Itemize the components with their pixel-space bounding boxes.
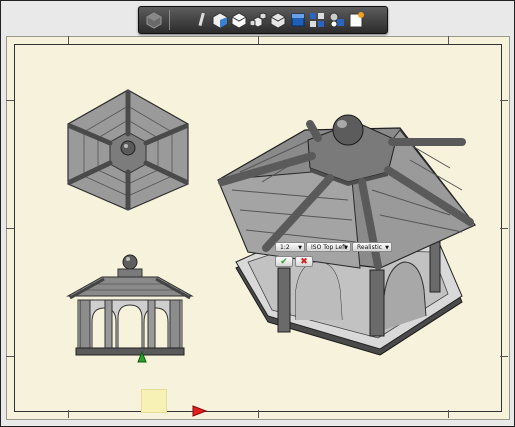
- drop-target-box[interactable]: [141, 389, 167, 413]
- style-value: Realistic: [357, 244, 383, 251]
- drawing-views: [66, 89, 476, 417]
- chevron-down-icon: ▼: [344, 245, 348, 251]
- scale-dropdown[interactable]: 1:2 ▼: [275, 242, 305, 252]
- ok-button[interactable]: ✔: [275, 256, 293, 267]
- style-dropdown[interactable]: Realistic ▼: [352, 242, 392, 252]
- cancel-button[interactable]: ✖: [295, 256, 313, 267]
- orientation-value: ISO Top Left: [311, 244, 347, 251]
- top-view[interactable]: [67, 89, 189, 211]
- front-view[interactable]: [66, 254, 194, 363]
- iso-view[interactable]: [217, 114, 476, 356]
- close-icon: ✖: [300, 257, 308, 267]
- chevron-down-icon: ▼: [298, 245, 302, 251]
- view-mini-toolbar: 1:2 ▼ ISO Top Left ▼ Realistic ▼ ✔ ✖: [275, 242, 393, 268]
- orientation-dropdown[interactable]: ISO Top Left ▼: [306, 242, 351, 252]
- chevron-down-icon: ▼: [385, 245, 389, 251]
- scale-value: 1:2: [280, 244, 290, 251]
- origin-marker: [192, 405, 208, 417]
- checkmark-icon: ✔: [280, 257, 288, 267]
